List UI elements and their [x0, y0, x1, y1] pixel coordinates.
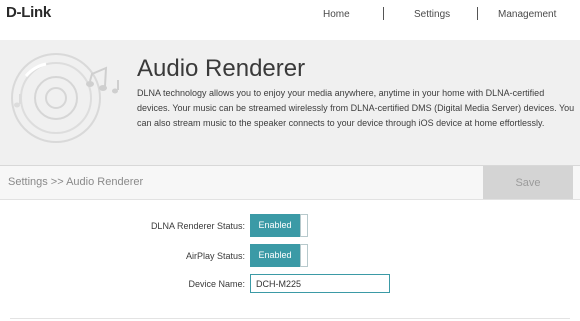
divider	[10, 318, 570, 319]
nav-settings[interactable]: Settings	[414, 9, 450, 20]
toggle-knob[interactable]	[300, 214, 308, 237]
nav-divider	[477, 7, 478, 20]
dlna-renderer-status-label: DLNA Renderer Status:	[150, 221, 245, 231]
airplay-status-label: AirPlay Status:	[185, 251, 245, 261]
top-navigation-bar: D-Link Home Settings Management	[0, 0, 580, 41]
nav-management[interactable]: Management	[498, 9, 556, 20]
save-button[interactable]: Save	[483, 166, 573, 199]
nav-home[interactable]: Home	[323, 9, 350, 20]
breadcrumb: Settings >> Audio Renderer	[8, 176, 144, 188]
device-name-input[interactable]	[250, 274, 390, 293]
page-title: Audio Renderer	[137, 55, 306, 82]
nav-divider	[383, 7, 384, 20]
device-name-label: Device Name:	[188, 279, 245, 289]
dlna-toggle-state: Enabled	[250, 214, 300, 237]
airplay-toggle[interactable]: Enabled	[250, 244, 308, 267]
music-disc-icon	[11, 53, 119, 143]
dlna-renderer-toggle[interactable]: Enabled	[250, 214, 308, 237]
breadcrumb-bar: Settings >> Audio Renderer Save	[0, 166, 580, 200]
dlink-logo: D-Link	[6, 4, 51, 21]
hero-banner: Audio Renderer DLNA technology allows yo…	[0, 40, 580, 166]
page-description: DLNA technology allows you to enjoy your…	[137, 88, 575, 128]
toggle-knob[interactable]	[300, 244, 308, 267]
airplay-toggle-state: Enabled	[250, 244, 300, 267]
